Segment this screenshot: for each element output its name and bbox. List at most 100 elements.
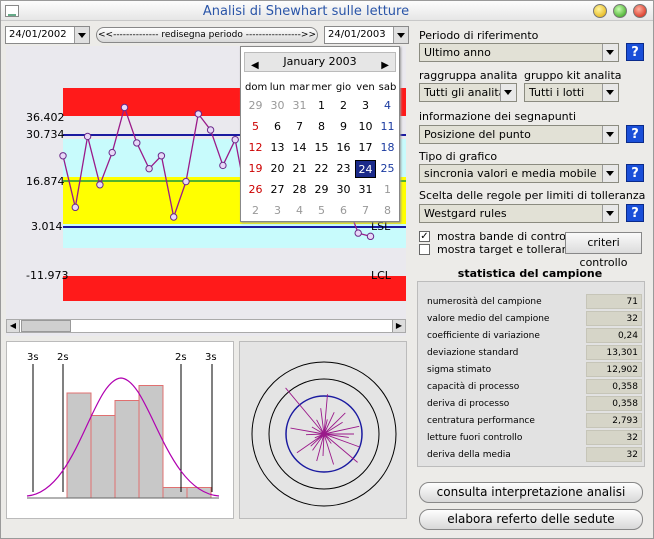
calendar-day[interactable]: 7 [355, 202, 376, 220]
calendar-day[interactable]: 1 [377, 181, 398, 199]
report-button[interactable]: elabora referto delle sedute [419, 509, 643, 530]
series-point [133, 139, 141, 147]
prev-month-icon[interactable]: ◀ [251, 57, 259, 75]
histogram-bar [114, 400, 140, 499]
histogram-bar [90, 415, 116, 499]
chevron-down-icon [602, 205, 618, 222]
calendar-day[interactable]: 22 [311, 160, 332, 178]
rules-help-icon[interactable]: ? [626, 204, 644, 222]
y-label-lcl: -11.973 [26, 269, 69, 282]
scroll-left-icon[interactable]: ◀ [7, 320, 20, 332]
calendar-day[interactable]: 30 [333, 181, 354, 199]
marker-help-icon[interactable]: ? [626, 125, 644, 143]
calendar-day[interactable]: 10 [355, 118, 376, 136]
calendar-day[interactable]: 2 [245, 202, 266, 220]
calendar-header: ◀ January 2003 ▶ [244, 52, 396, 72]
marker-select[interactable]: Posizione del punto [419, 125, 619, 144]
stats-label: letture fuori controllo [427, 433, 523, 443]
calendar-day[interactable]: 31 [289, 97, 310, 115]
kit-select[interactable]: Tutti i lotti [524, 83, 619, 102]
series-point [96, 181, 104, 189]
calendar-day[interactable]: 3 [267, 202, 288, 220]
series-point [120, 103, 129, 112]
calendar-day[interactable]: 9 [333, 118, 354, 136]
calendar-day[interactable]: 23 [333, 160, 354, 178]
scroll-right-icon[interactable]: ▶ [392, 320, 405, 332]
series-point [83, 132, 92, 141]
calendar-day[interactable]: 7 [289, 118, 310, 136]
rules-select[interactable]: Westgard rules [419, 204, 619, 223]
weekday-label: dom [245, 82, 268, 93]
calendar-day[interactable]: 6 [267, 118, 288, 136]
show-target-checkbox[interactable] [419, 244, 430, 255]
group-select[interactable]: Tutti gli analita [419, 83, 517, 102]
calendar-day[interactable]: 8 [311, 118, 332, 136]
close-button[interactable] [633, 4, 647, 18]
calendar-day[interactable]: 26 [245, 181, 266, 199]
calendar-day[interactable]: 6 [333, 202, 354, 220]
calendar-day[interactable]: 21 [289, 160, 310, 178]
stats-label: sigma stimato [427, 365, 492, 375]
stats-panel: numerosità del campione 71 valore medio de… [417, 281, 645, 467]
period-value: Ultimo anno [424, 46, 491, 59]
calendar-day[interactable]: 19 [245, 160, 266, 178]
chart-type-help-icon[interactable]: ? [626, 164, 644, 182]
stats-value: 32 [586, 430, 642, 445]
calendar-day[interactable]: 29 [245, 97, 266, 115]
stats-row: deviazione standard 13,301 [424, 345, 642, 361]
minimize-button[interactable] [593, 4, 607, 18]
calendar-day[interactable]: 4 [289, 202, 310, 220]
series-point [59, 152, 67, 160]
stats-value: 12,902 [586, 362, 642, 377]
interpret-button[interactable]: consulta interpretazione analisi [419, 482, 643, 503]
calendar-day[interactable]: 20 [267, 160, 288, 178]
redraw-label: <<-------------- redisegna periodo -----… [97, 30, 316, 40]
period-help-icon[interactable]: ? [626, 43, 644, 61]
horizontal-scrollbar[interactable]: ◀ ▶ [6, 319, 406, 333]
calendar-day[interactable]: 25 [377, 160, 398, 178]
calendar-day[interactable]: 11 [377, 118, 398, 136]
radar-trace [285, 387, 360, 465]
scroll-thumb[interactable] [21, 320, 71, 332]
calendar-day[interactable]: 29 [311, 181, 332, 199]
calendar-day[interactable]: 4 [377, 97, 398, 115]
calendar-day[interactable]: 16 [333, 139, 354, 157]
hist-label-3s-left: 3s [27, 352, 39, 363]
calendar-day[interactable]: 27 [267, 181, 288, 199]
calendar-day[interactable]: 30 [267, 97, 288, 115]
calendar-day[interactable]: 31 [355, 181, 376, 199]
stats-label: deriva di processo [427, 399, 510, 409]
show-bands-checkbox[interactable]: ✓ [419, 231, 430, 242]
calendar-day[interactable]: 15 [311, 139, 332, 157]
calendar-day[interactable]: 24 [355, 160, 376, 178]
calendar-day[interactable]: 2 [333, 97, 354, 115]
series-point [182, 177, 190, 186]
series-point [108, 148, 116, 157]
calendar-day[interactable]: 28 [289, 181, 310, 199]
date-to-select[interactable]: 24/01/2003 [324, 26, 409, 44]
calendar-day[interactable]: 1 [311, 97, 332, 115]
calendar-day[interactable]: 8 [377, 202, 398, 220]
period-select[interactable]: Ultimo anno [419, 43, 619, 62]
calendar-day[interactable]: 14 [289, 139, 310, 157]
calendar-day[interactable]: 18 [377, 139, 398, 157]
chart-type-select[interactable]: sincronia valori e media mobile [419, 164, 619, 183]
next-month-icon[interactable]: ▶ [381, 57, 389, 75]
calendar-day[interactable]: 5 [311, 202, 332, 220]
lcl-tag: LCL [371, 269, 391, 282]
stats-label: centratura performance [427, 416, 535, 426]
period-label: Periodo di riferimento [419, 29, 539, 42]
kit-label: gruppo kit analita [524, 69, 622, 82]
redraw-period-button[interactable]: <<-------------- redisegna periodo -----… [96, 27, 318, 43]
chevron-down-icon [74, 27, 89, 43]
series-point [157, 152, 166, 160]
calendar-day[interactable]: 12 [245, 139, 266, 157]
zoom-button[interactable] [613, 4, 627, 18]
hist-label-2s-right: 2s [175, 352, 187, 363]
criteria-button[interactable]: criteri controllo [565, 232, 642, 269]
date-from-select[interactable]: 24/01/2002 [5, 26, 90, 44]
calendar-day[interactable]: 3 [355, 97, 376, 115]
calendar-day[interactable]: 17 [355, 139, 376, 157]
calendar-day[interactable]: 5 [245, 118, 266, 136]
calendar-day[interactable]: 13 [267, 139, 288, 157]
